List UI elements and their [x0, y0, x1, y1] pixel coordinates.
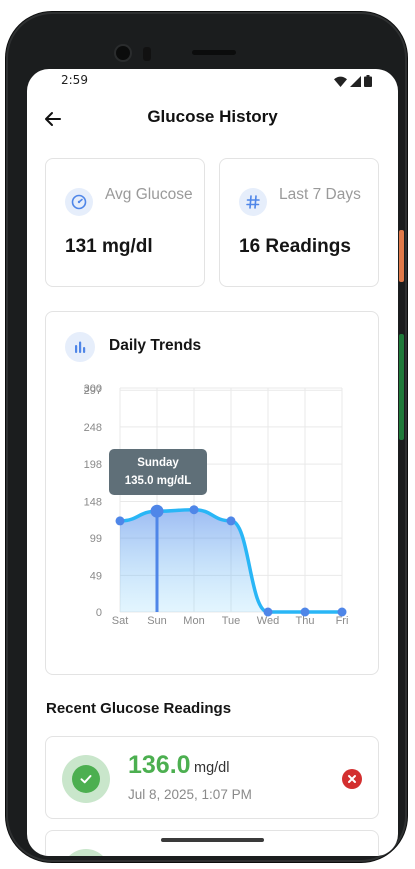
- close-icon: [348, 775, 356, 783]
- x-tick-label: Fri: [336, 615, 349, 627]
- chart-point: [150, 504, 164, 518]
- hash-icon: [239, 188, 267, 216]
- reading-value: 136.0: [128, 751, 191, 779]
- x-tick-label: Sun: [147, 615, 167, 627]
- app-bar: Glucose History: [27, 99, 398, 139]
- page-title: Glucose History: [147, 107, 278, 126]
- x-tick-label: Mon: [183, 615, 204, 627]
- app-screen: 2:59 Glucose History Avg Glucose 131 mg/…: [27, 69, 398, 856]
- status-indicator: [62, 755, 110, 803]
- wifi-icon: [334, 76, 347, 87]
- x-tick-label: Sat: [112, 615, 129, 627]
- chart-tooltip: [109, 449, 207, 495]
- chart-point: [226, 516, 236, 526]
- speedometer-icon: [65, 188, 93, 216]
- y-tick-label: 198: [84, 459, 102, 471]
- x-tick-label: Thu: [296, 615, 315, 627]
- y-tick-label: 148: [84, 496, 102, 508]
- y-tick-label: 297: [84, 385, 102, 397]
- stat-label: Avg Glucose: [105, 186, 193, 203]
- chart-point: [300, 607, 310, 617]
- y-tick-label: 99: [90, 533, 102, 545]
- x-tick-label: Tue: [222, 615, 241, 627]
- reading-card[interactable]: 136.0 mg/dl Jul 8, 2025, 1:07 PM: [45, 736, 379, 819]
- chart-point: [189, 505, 199, 515]
- front-camera: [116, 46, 130, 60]
- daily-trends-card: Daily Trends 300 297 248 198 148 99 49 0 Sat Sun M…: [45, 311, 379, 675]
- reading-card[interactable]: [45, 830, 379, 856]
- home-indicator[interactable]: [161, 838, 264, 842]
- volume-button: [399, 334, 404, 440]
- status-icons: [334, 75, 372, 87]
- reading-timestamp: Jul 8, 2025, 1:07 PM: [128, 787, 252, 802]
- check-icon: [72, 765, 100, 793]
- y-tick-label: 0: [96, 607, 102, 619]
- daily-trends-chart[interactable]: 30029724819814899490Sat Sun Mon Tue Wed Thu Fr…: [46, 312, 380, 676]
- stat-card-avg-glucose: Avg Glucose 131 mg/dl: [45, 158, 205, 287]
- cell-signal-icon: [350, 75, 361, 87]
- proximity-sensor: [143, 47, 151, 61]
- y-tick-label: 248: [84, 422, 102, 434]
- reading-unit: mg/dl: [194, 760, 230, 776]
- chart-point: [337, 607, 347, 617]
- earpiece-speaker: [192, 50, 236, 55]
- tooltip-title: Sunday: [137, 457, 179, 469]
- status-time: 2:59: [61, 73, 88, 87]
- battery-icon: [364, 75, 372, 87]
- status-indicator: [62, 849, 110, 856]
- section-title-recent: Recent Glucose Readings: [46, 700, 232, 717]
- x-tick-label: Wed: [257, 615, 279, 627]
- tooltip-value: 135.0 mg/dL: [125, 475, 191, 487]
- chart-point: [115, 516, 125, 526]
- status-bar: 2:59: [27, 69, 398, 93]
- delete-reading-button[interactable]: [342, 769, 362, 789]
- stat-card-readings: Last 7 Days 16 Readings: [219, 158, 379, 287]
- phone-frame: 2:59 Glucose History Avg Glucose 131 mg/…: [6, 12, 407, 862]
- stat-label: Last 7 Days: [279, 186, 361, 203]
- y-tick-label: 49: [90, 570, 102, 582]
- chart-point: [263, 607, 273, 617]
- power-button: [399, 230, 404, 282]
- stat-value: 131 mg/dl: [65, 236, 153, 257]
- stat-value: 16 Readings: [239, 236, 351, 257]
